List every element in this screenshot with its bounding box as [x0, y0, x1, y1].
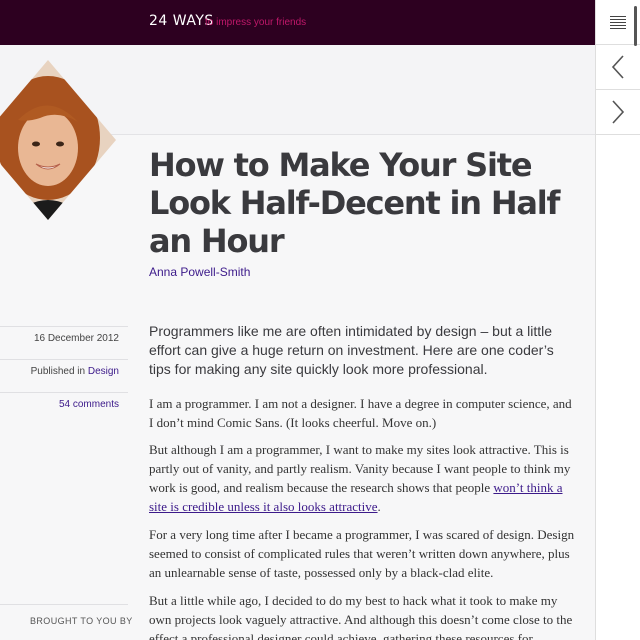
- published-in: Published in Design: [31, 366, 119, 377]
- article-paragraph: But a little while ago, I decided to do …: [149, 593, 573, 640]
- article-title: How to Make Your Site Look Half-Decent i…: [149, 146, 560, 260]
- meta-divider: [0, 392, 128, 393]
- navigation-rail: [595, 0, 640, 640]
- published-prefix: Published in: [30, 366, 86, 377]
- author-avatar: [0, 60, 116, 220]
- paragraph-text: .: [377, 499, 381, 514]
- article-paragraph: I am a programmer. I am not a designer. …: [149, 396, 572, 430]
- brought-to-you-by: BROUGHT TO YOU BY: [30, 616, 133, 626]
- article-date: 16 December 2012: [33, 333, 119, 344]
- previous-article-button[interactable]: [596, 45, 640, 90]
- site-header: 24 WAYS to impress your friends: [0, 0, 595, 45]
- comments-link[interactable]: 54 comments: [59, 399, 119, 410]
- hamburger-icon: [610, 16, 626, 29]
- next-article-button[interactable]: [596, 90, 640, 135]
- scrollbar-thumb[interactable]: [634, 6, 637, 46]
- meta-divider: [0, 359, 128, 360]
- site-tagline: to impress your friends: [205, 17, 307, 28]
- article-paragraph: But although I am a programmer, I want t…: [149, 440, 579, 516]
- article-paragraph: For a very long time after I became a pr…: [149, 527, 575, 580]
- meta-divider: [0, 604, 128, 605]
- comments-meta: 54 comments: [59, 399, 119, 410]
- chevron-left-icon: [611, 55, 624, 79]
- category-link[interactable]: Design: [88, 366, 119, 377]
- article-lead: Programmers like me are often intimidate…: [149, 323, 554, 377]
- chevron-right-icon: [612, 100, 625, 124]
- author-link[interactable]: Anna Powell-Smith: [149, 265, 250, 279]
- meta-divider: [0, 326, 128, 327]
